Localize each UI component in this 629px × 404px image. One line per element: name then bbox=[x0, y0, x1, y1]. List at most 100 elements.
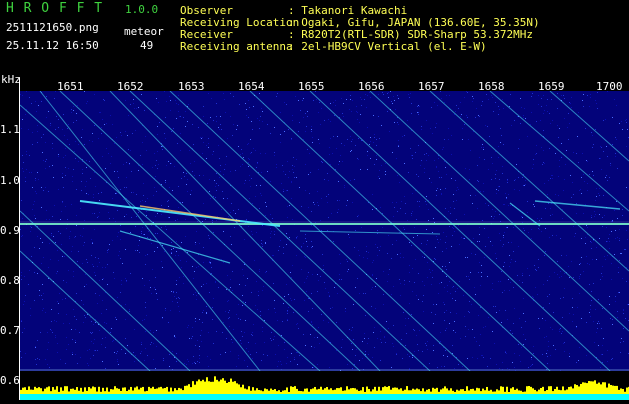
noise-pixel bbox=[242, 305, 243, 306]
noise-pixel bbox=[228, 318, 229, 319]
noise-pixel bbox=[287, 319, 288, 320]
noise-pixel bbox=[314, 204, 315, 205]
noise-pixel bbox=[106, 148, 107, 149]
noise-pixel bbox=[162, 149, 163, 150]
y-tick: 0.7 bbox=[0, 324, 20, 337]
noise-pixel bbox=[208, 332, 209, 333]
noise-pixel bbox=[62, 129, 63, 130]
noise-pixel bbox=[51, 321, 52, 322]
noise-pixel bbox=[468, 139, 469, 140]
noise-pixel bbox=[181, 178, 182, 179]
noise-pixel bbox=[295, 96, 296, 97]
noise-pixel bbox=[456, 200, 457, 201]
noise-pixel bbox=[126, 214, 127, 215]
noise-pixel bbox=[472, 329, 473, 330]
noise-pixel bbox=[323, 269, 324, 270]
noise-pixel bbox=[354, 364, 355, 365]
noise-pixel bbox=[94, 272, 95, 273]
noise-pixel bbox=[57, 352, 58, 353]
noise-pixel bbox=[90, 358, 91, 359]
noise-pixel bbox=[146, 211, 147, 212]
noise-pixel bbox=[62, 201, 63, 202]
noise-pixel bbox=[322, 162, 323, 163]
noise-pixel bbox=[367, 155, 368, 156]
noise-pixel bbox=[171, 131, 172, 132]
noise-pixel bbox=[47, 332, 48, 333]
noise-pixel bbox=[604, 215, 605, 216]
noise-pixel bbox=[523, 344, 524, 345]
noise-pixel bbox=[612, 220, 613, 221]
noise-pixel bbox=[155, 368, 156, 369]
y-tick: 0.6 bbox=[0, 374, 20, 387]
noise-pixel bbox=[286, 284, 287, 285]
noise-pixel bbox=[34, 272, 35, 273]
noise-pixel bbox=[448, 211, 449, 212]
noise-pixel bbox=[511, 125, 512, 126]
noise-pixel bbox=[358, 250, 359, 251]
noise-pixel bbox=[454, 208, 455, 209]
noise-pixel bbox=[230, 351, 231, 352]
meteor-echo bbox=[534, 200, 621, 210]
noise-pixel bbox=[602, 362, 603, 363]
noise-pixel bbox=[408, 94, 409, 95]
noise-pixel bbox=[582, 100, 583, 101]
noise-pixel bbox=[189, 150, 190, 151]
noise-pixel bbox=[101, 192, 102, 193]
noise-pixel bbox=[480, 307, 481, 308]
noise-pixel bbox=[495, 306, 496, 307]
noise-pixel bbox=[52, 332, 53, 333]
noise-pixel bbox=[250, 139, 251, 140]
noise-pixel bbox=[388, 274, 389, 275]
noise-pixel bbox=[612, 144, 613, 145]
noise-pixel bbox=[350, 151, 351, 152]
noise-pixel bbox=[253, 324, 254, 325]
noise-pixel bbox=[523, 298, 524, 299]
noise-pixel bbox=[447, 291, 448, 292]
noise-pixel bbox=[321, 108, 322, 109]
noise-pixel bbox=[213, 232, 214, 233]
noise-pixel bbox=[222, 191, 223, 192]
noise-pixel bbox=[410, 93, 411, 94]
noise-pixel bbox=[199, 346, 200, 347]
noise-pixel bbox=[424, 154, 425, 155]
noise-pixel bbox=[596, 188, 597, 189]
noise-pixel bbox=[298, 100, 299, 101]
noise-pixel bbox=[543, 162, 544, 163]
noise-pixel bbox=[262, 327, 263, 328]
noise-pixel bbox=[435, 259, 436, 260]
noise-pixel bbox=[291, 198, 292, 199]
noise-pixel bbox=[559, 329, 560, 330]
noise-pixel bbox=[422, 281, 423, 282]
noise-pixel bbox=[578, 162, 579, 163]
noise-pixel bbox=[117, 171, 118, 172]
noise-pixel bbox=[300, 110, 301, 111]
noise-pixel bbox=[550, 327, 551, 328]
noise-pixel bbox=[125, 338, 126, 339]
noise-pixel bbox=[429, 269, 430, 270]
noise-pixel bbox=[488, 237, 489, 238]
noise-pixel bbox=[105, 347, 106, 348]
noise-pixel bbox=[305, 345, 306, 346]
noise-pixel bbox=[22, 235, 23, 236]
noise-pixel bbox=[64, 135, 65, 136]
noise-pixel bbox=[215, 282, 216, 283]
noise-pixel bbox=[476, 108, 477, 109]
noise-pixel bbox=[426, 153, 427, 154]
noise-pixel bbox=[65, 298, 66, 299]
noise-pixel bbox=[523, 115, 524, 116]
noise-pixel bbox=[155, 277, 156, 278]
noise-pixel bbox=[135, 226, 136, 227]
noise-pixel bbox=[80, 235, 81, 236]
noise-pixel bbox=[52, 165, 53, 166]
noise-pixel bbox=[514, 308, 515, 309]
noise-pixel bbox=[504, 232, 505, 233]
noise-pixel bbox=[569, 123, 570, 124]
noise-pixel bbox=[58, 119, 59, 120]
noise-pixel bbox=[387, 281, 388, 282]
spectrogram-canvas bbox=[20, 91, 629, 371]
noise-pixel bbox=[99, 330, 100, 331]
noise-pixel bbox=[475, 294, 476, 295]
noise-pixel bbox=[562, 209, 563, 210]
noise-pixel bbox=[545, 228, 546, 229]
noise-pixel bbox=[593, 321, 594, 322]
